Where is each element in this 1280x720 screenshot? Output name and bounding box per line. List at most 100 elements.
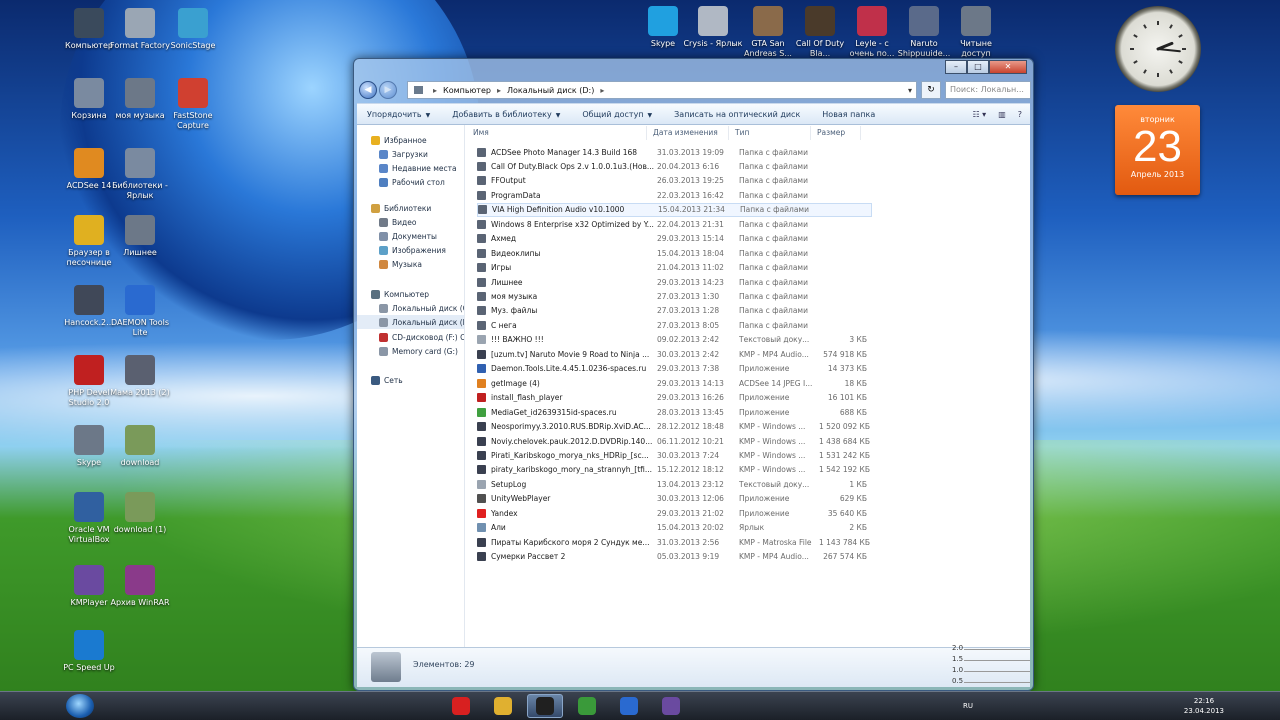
file-row[interactable]: Видеоклипы 15.04.2013 18:04 Папка с файлам… bbox=[477, 246, 872, 260]
file-row[interactable]: Сумерки Рассвет 2 05.03.2013 9:19 KMP - MP… bbox=[477, 550, 872, 564]
file-row[interactable]: Лишнее 29.03.2013 14:23 Папка с файлами bbox=[477, 275, 872, 289]
nav-item[interactable]: Музыка bbox=[357, 257, 422, 271]
burn-button[interactable]: Записать на оптический диск bbox=[674, 110, 800, 119]
nav-item[interactable]: Библиотеки bbox=[357, 201, 431, 215]
file-row[interactable]: ProgramData 22.03.2013 16:42 Папка с файла… bbox=[477, 188, 872, 202]
new-folder-button[interactable]: Новая папка bbox=[822, 110, 875, 119]
file-list[interactable]: Имя Дата изменения Тип Размер ACDSee Pho… bbox=[467, 125, 1030, 647]
taskbar-button[interactable] bbox=[569, 694, 605, 718]
desktop-icon[interactable]: Архив WinRAR bbox=[110, 565, 170, 608]
taskbar-button[interactable] bbox=[611, 694, 647, 718]
forward-button[interactable]: ▶ bbox=[379, 81, 397, 99]
file-row[interactable]: Ахмед 29.03.2013 15:14 Папка с файлами bbox=[477, 232, 872, 246]
file-row[interactable]: SetupLog 13.04.2013 23:12 Текстовый доку..… bbox=[477, 477, 872, 491]
file-row[interactable]: !!! ВАЖНО !!! 09.02.2013 2:42 Текстовый до… bbox=[477, 333, 872, 347]
desktop-icon[interactable]: Call Of Duty Bla... bbox=[790, 6, 850, 58]
close-button[interactable]: ✕ bbox=[989, 60, 1027, 74]
column-type[interactable]: Тип bbox=[729, 126, 811, 140]
file-row[interactable]: Игры 21.04.2013 11:02 Папка с файлами bbox=[477, 261, 872, 275]
file-row[interactable]: Yandex 29.03.2013 21:02 Приложение 35 640 К… bbox=[477, 506, 872, 520]
file-row[interactable]: MediaGet_id2639315id-spaces.ru 28.03.2013… bbox=[477, 405, 872, 419]
desktop-icon[interactable]: Читынe доступ bbox=[946, 6, 1006, 58]
search-input[interactable]: Поиск: Локальн... bbox=[945, 81, 1031, 99]
column-name[interactable]: Имя bbox=[467, 126, 647, 140]
file-row[interactable]: Pirati_Karibskogo_morya_nks_HDRip_[sc...… bbox=[477, 448, 872, 462]
organize-button[interactable]: Упорядочить ▼ bbox=[367, 110, 430, 119]
desktop-icon[interactable]: GTA San Andreas S... bbox=[738, 6, 798, 58]
address-bar[interactable]: ▸ Компьютер ▸ Локальный диск (D:) ▸ ▾ bbox=[407, 81, 917, 99]
file-row[interactable]: UnityWebPlayer 30.03.2013 12:06 Приложение… bbox=[477, 492, 872, 506]
desktop-icon[interactable]: download bbox=[110, 425, 170, 468]
share-button[interactable]: Общий доступ ▼ bbox=[582, 110, 652, 119]
file-row[interactable]: getImage (4) 29.03.2013 14:13 ACDSee 14 JP… bbox=[477, 376, 872, 390]
back-button[interactable]: ◀ bbox=[359, 81, 377, 99]
taskbar-button[interactable] bbox=[653, 694, 689, 718]
nav-item[interactable]: Документы bbox=[357, 229, 437, 243]
breadcrumb-computer[interactable]: Компьютер bbox=[443, 86, 491, 95]
minimize-button[interactable]: – bbox=[945, 60, 967, 74]
file-row[interactable]: piraty_karibskogo_mory_na_strannyh_[tfi.… bbox=[477, 463, 872, 477]
desktop-icon[interactable]: SonicStage bbox=[163, 8, 223, 51]
desktop-icon[interactable]: download (1) bbox=[110, 492, 170, 535]
desktop-icon[interactable]: FastStone Capture bbox=[163, 78, 223, 131]
nav-item[interactable]: Избранное bbox=[357, 133, 427, 147]
nav-item[interactable]: Загрузки bbox=[357, 147, 428, 161]
file-row[interactable]: Neosporimyy.3.2010.RUS.BDRip.XviD.AC... 2… bbox=[477, 420, 872, 434]
nav-item[interactable]: Рабочий стол bbox=[357, 175, 445, 189]
desktop-icon[interactable]: Библиотеки - Ярлык bbox=[110, 148, 170, 201]
calendar-gadget[interactable]: вторник 23 Апрель 2013 bbox=[1115, 105, 1200, 195]
desktop-icon[interactable]: моя музыка bbox=[110, 78, 170, 121]
file-row[interactable]: Пираты Карибского моря 2 Сундук ме... 31.… bbox=[477, 535, 872, 549]
nav-item[interactable]: Memory card (G:) bbox=[357, 344, 458, 358]
start-button[interactable] bbox=[66, 694, 94, 718]
help-icon[interactable]: ? bbox=[1018, 110, 1022, 119]
nav-item[interactable]: CD-дисковод (F:) С... bbox=[357, 330, 464, 344]
column-size[interactable]: Размер bbox=[811, 126, 861, 140]
file-row[interactable]: ACDSee Photo Manager 14.3 Build 168 31.03… bbox=[477, 145, 872, 159]
file-row[interactable]: Муз. файлы 27.03.2013 1:28 Папка с файлами bbox=[477, 304, 872, 318]
preview-pane-icon[interactable]: ▥ bbox=[998, 110, 1006, 119]
file-row[interactable]: С нега 27.03.2013 8:05 Папка с файлами bbox=[477, 318, 872, 332]
file-size: 688 КБ bbox=[839, 407, 867, 417]
nav-item[interactable]: Изображения bbox=[357, 243, 446, 257]
taskbar-clock[interactable]: 22:16 23.04.2013 bbox=[1184, 696, 1224, 716]
navigation-pane[interactable]: Избранное Загрузки Недавние места Рабочий с… bbox=[357, 125, 465, 647]
change-view-icon[interactable]: ☷ ▾ bbox=[972, 110, 986, 119]
file-row[interactable]: VIA High Definition Audio v10.1000 15.04.… bbox=[477, 202, 872, 217]
file-row[interactable]: [uzum.tv] Naruto Movie 9 Road to Ninja .… bbox=[477, 347, 872, 361]
maximize-button[interactable]: □ bbox=[967, 60, 989, 74]
nav-item[interactable]: Компьютер bbox=[357, 287, 429, 301]
address-dropdown-icon[interactable]: ▾ bbox=[908, 86, 912, 95]
nav-item[interactable]: Видео bbox=[357, 215, 416, 229]
breadcrumb-current[interactable]: Локальный диск (D:) bbox=[507, 86, 594, 95]
language-indicator[interactable]: RU bbox=[963, 702, 973, 710]
file-row[interactable]: install_flash_player 29.03.2013 16:26 Прил… bbox=[477, 391, 872, 405]
nav-item[interactable]: Сеть bbox=[357, 373, 403, 387]
desktop-icon[interactable]: Naruto Shippuuide... bbox=[894, 6, 954, 58]
taskbar-button[interactable] bbox=[485, 694, 521, 718]
desktop-icon[interactable]: Leyle - с очень по... bbox=[842, 6, 902, 58]
file-row[interactable]: Али 15.04.2013 20:02 Ярлык 2 КБ bbox=[477, 521, 872, 535]
file-row[interactable]: Noviy.chelovek.pauk.2012.D.DVDRip.140...… bbox=[477, 434, 872, 448]
desktop-icon[interactable]: Crysis - Ярлык bbox=[683, 6, 743, 58]
desktop-icon[interactable]: Лишнее bbox=[110, 215, 170, 258]
desktop-icon[interactable]: Мама 2013 (2) bbox=[110, 355, 170, 398]
file-row[interactable]: FFOutput 26.03.2013 19:25 Папка с файлами bbox=[477, 174, 872, 188]
file-row[interactable]: Daemon.Tools.Lite.4.45.1.0236-spaces.ru 2… bbox=[477, 362, 872, 376]
refresh-button[interactable]: ↻ bbox=[921, 81, 941, 99]
clock-gadget[interactable] bbox=[1115, 6, 1201, 92]
add-to-library-button[interactable]: Добавить в библиотеку ▼ bbox=[452, 110, 560, 119]
taskbar-button[interactable] bbox=[443, 694, 479, 718]
desktop-icon[interactable]: DAEMON Tools Lite bbox=[110, 285, 170, 338]
desktop-icon[interactable]: PC Speed Up bbox=[59, 630, 119, 673]
taskbar-button[interactable] bbox=[527, 694, 563, 718]
explorer-window[interactable]: – □ ✕ ◀ ▶ ▸ Компьютер ▸ Локальный диск (… bbox=[353, 58, 1034, 691]
nav-item[interactable]: Локальный диск (D:) bbox=[357, 315, 464, 329]
nav-item[interactable]: Недавние места bbox=[357, 161, 457, 175]
desktop-icon[interactable]: Format Factory bbox=[110, 8, 170, 51]
file-row[interactable]: моя музыка 27.03.2013 1:30 Папка с файлами bbox=[477, 290, 872, 304]
nav-item[interactable]: Локальный диск (C:) bbox=[357, 301, 464, 315]
file-row[interactable]: Call Of Duty.Black Ops 2.v 1.0.0.1u3.(Но… bbox=[477, 159, 872, 173]
column-date[interactable]: Дата изменения bbox=[647, 126, 729, 140]
file-row[interactable]: Windows 8 Enterprise x32 Optimized by Y.… bbox=[477, 217, 872, 231]
